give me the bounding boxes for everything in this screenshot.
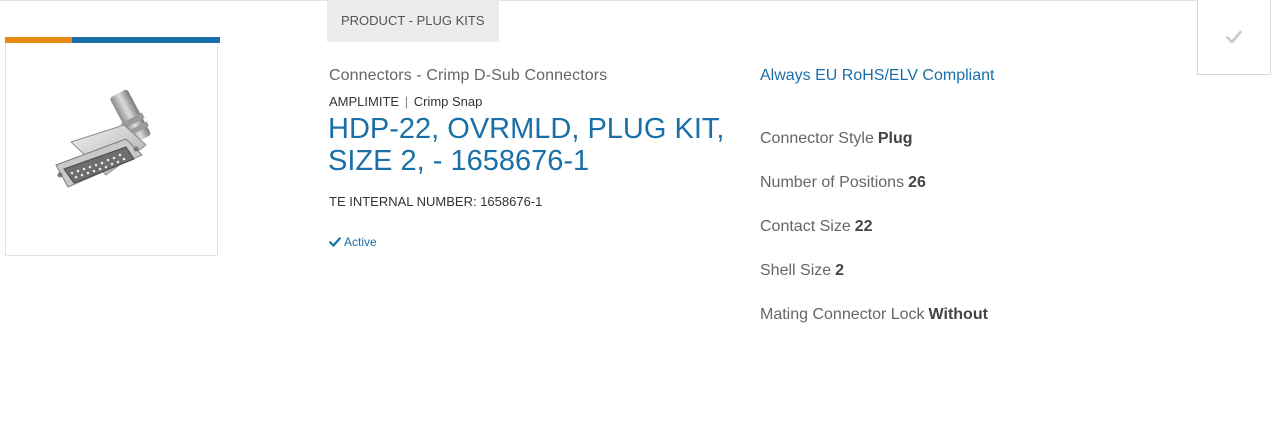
checkmark-icon — [1226, 30, 1242, 44]
connector-image[interactable] — [46, 87, 176, 207]
spec-value: Plug — [877, 130, 913, 147]
spec-value: 22 — [854, 218, 873, 235]
product-title: HDP-22, OVRMLD, PLUG KIT, SIZE 2, - 1658… — [328, 113, 725, 177]
spec-row: Mating Connector Lock Without — [760, 304, 988, 348]
spec-list: Connector Style Plug Number of Positions 2… — [760, 128, 988, 348]
spec-label: Number of Positions — [760, 174, 905, 191]
compare-checkbox[interactable] — [1197, 0, 1271, 75]
spec-row: Connector Style Plug — [760, 128, 988, 172]
rohs-compliance-link[interactable]: Always EU RoHS/ELV Compliant — [760, 67, 994, 85]
spec-row: Shell Size 2 — [760, 260, 988, 304]
checkmark-icon — [329, 237, 341, 247]
accent-bar-blue — [72, 37, 220, 43]
product-page: PRODUCT - PLUG KITS Connectors - Crimp D… — [0, 0, 1271, 438]
spec-value: 2 — [835, 262, 845, 279]
product-series: AMPLIMITE | Crimp Snap — [329, 94, 482, 109]
spec-label: Contact Size — [760, 218, 851, 235]
status-badge: Active — [329, 235, 377, 249]
product-category-breadcrumb[interactable]: Connectors - Crimp D-Sub Connectors — [329, 67, 607, 85]
spec-label: Mating Connector Lock — [760, 306, 925, 323]
series-name[interactable]: Crimp Snap — [414, 94, 483, 109]
spec-label: Connector Style — [760, 130, 874, 147]
spec-value: 26 — [908, 174, 926, 191]
series-brand[interactable]: AMPLIMITE — [329, 94, 399, 109]
internal-number: TE INTERNAL NUMBER: 1658676-1 — [329, 194, 543, 209]
product-image-card[interactable] — [5, 37, 220, 256]
spec-value: Without — [928, 306, 988, 323]
category-tag: PRODUCT - PLUG KITS — [327, 0, 499, 42]
spec-row: Contact Size 22 — [760, 216, 988, 260]
accent-bar-orange — [5, 37, 72, 43]
top-divider — [0, 0, 1271, 1]
spec-label: Shell Size — [760, 262, 832, 279]
accent-bar — [5, 37, 220, 43]
status-label: Active — [344, 235, 377, 249]
series-separator: | — [404, 94, 409, 109]
spec-row: Number of Positions 26 — [760, 172, 988, 216]
